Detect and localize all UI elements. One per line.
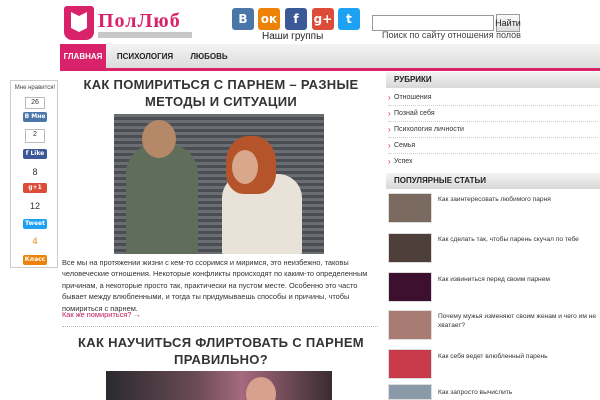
popular-title: ПОПУЛЯРНЫЕ СТАТЬИ: [386, 173, 600, 189]
popular-thumb[interactable]: [388, 272, 432, 302]
popular-link[interactable]: Как извиниться перед своим парнем: [438, 275, 598, 284]
main-nav: Главная Психология Любовь: [60, 44, 600, 71]
post-image[interactable]: RLO: [114, 114, 324, 254]
facebook-like-button[interactable]: f Like: [23, 149, 47, 159]
share-bar: Мне нравится! 26 В Мне 2 f Like 8 g+1 12…: [10, 80, 58, 268]
google-plus-icon[interactable]: g+: [312, 8, 334, 30]
odnoklassniki-icon[interactable]: ок: [258, 8, 280, 30]
category-separator: [388, 121, 598, 122]
popular-link[interactable]: Как сделать так, чтобы парень скучал по …: [438, 235, 598, 244]
category-item-relations[interactable]: Отношения: [388, 93, 598, 102]
share-bar-title: Мне нравится!: [14, 85, 56, 91]
post-excerpt: Все мы на протяжении жизни с кем-то ссор…: [62, 258, 368, 313]
book-logo-icon: [64, 6, 94, 40]
nav-item-love[interactable]: Любовь: [184, 44, 234, 68]
ok-count: 4: [32, 236, 38, 246]
tweet-count: 12: [29, 201, 40, 211]
popular-link[interactable]: Как себя ведет влюбленный парень: [438, 352, 598, 361]
man-head: [142, 120, 176, 158]
facebook-count: 8: [32, 167, 38, 177]
categories-title: РУБРИКИ: [386, 72, 600, 88]
vk-share-count: 2: [25, 129, 45, 143]
man-figure: [126, 144, 198, 254]
search-input[interactable]: [372, 15, 494, 31]
popular-thumb[interactable]: [388, 384, 432, 400]
google-plus-button[interactable]: g+1: [23, 183, 47, 193]
twitter-icon[interactable]: t: [338, 8, 360, 30]
social-caption: Наши группы: [262, 31, 324, 42]
popular-thumb[interactable]: [388, 233, 432, 263]
category-item-personality[interactable]: Психология личности: [388, 125, 598, 134]
category-separator: [388, 153, 598, 154]
like-count: 26: [25, 97, 45, 109]
logo-text: ПолЛюб: [98, 10, 181, 32]
post-title[interactable]: КАК ПОМИРИТЬСЯ С ПАРНЕМ – РАЗНЫЕ МЕТОДЫ …: [64, 76, 378, 110]
post-image-2[interactable]: [106, 371, 332, 400]
kiss-face: [246, 377, 276, 400]
post-title-2[interactable]: КАК НАУЧИТЬСЯ ФЛИРТОВАТЬ С ПАРНЕМ ПРАВИЛ…: [64, 334, 378, 368]
tweet-button[interactable]: Tweet: [23, 219, 47, 229]
woman-face: [232, 150, 258, 184]
post-divider: [62, 326, 378, 327]
vk-icon[interactable]: В: [232, 8, 254, 30]
vk-like-button[interactable]: В Мне: [23, 112, 47, 122]
read-more-link[interactable]: Как же помириться? →: [62, 310, 141, 319]
category-item-family[interactable]: Семья: [388, 141, 598, 150]
site-logo[interactable]: ПолЛюб: [62, 4, 194, 42]
category-item-success[interactable]: Успех: [388, 157, 598, 166]
popular-thumb[interactable]: [388, 193, 432, 223]
popular-thumb[interactable]: [388, 349, 432, 379]
category-separator: [388, 137, 598, 138]
nav-item-home[interactable]: Главная: [60, 44, 106, 68]
popular-link[interactable]: Как запросто вычислить: [438, 388, 598, 397]
popular-link[interactable]: Почему мужья изменяют своим женам и чего…: [438, 312, 598, 330]
ok-class-button[interactable]: Класс: [23, 255, 47, 265]
category-item-self[interactable]: Познай себя: [388, 109, 598, 118]
popular-link[interactable]: Как заинтересовать любимого парня: [438, 195, 598, 204]
nav-item-psychology[interactable]: Психология: [110, 44, 180, 68]
popular-thumb[interactable]: [388, 310, 432, 340]
category-separator: [388, 105, 598, 106]
logo-tagline-bar: [98, 32, 192, 38]
search-caption: Поиск по сайту отношения полов: [382, 30, 521, 40]
facebook-icon[interactable]: f: [285, 8, 307, 30]
